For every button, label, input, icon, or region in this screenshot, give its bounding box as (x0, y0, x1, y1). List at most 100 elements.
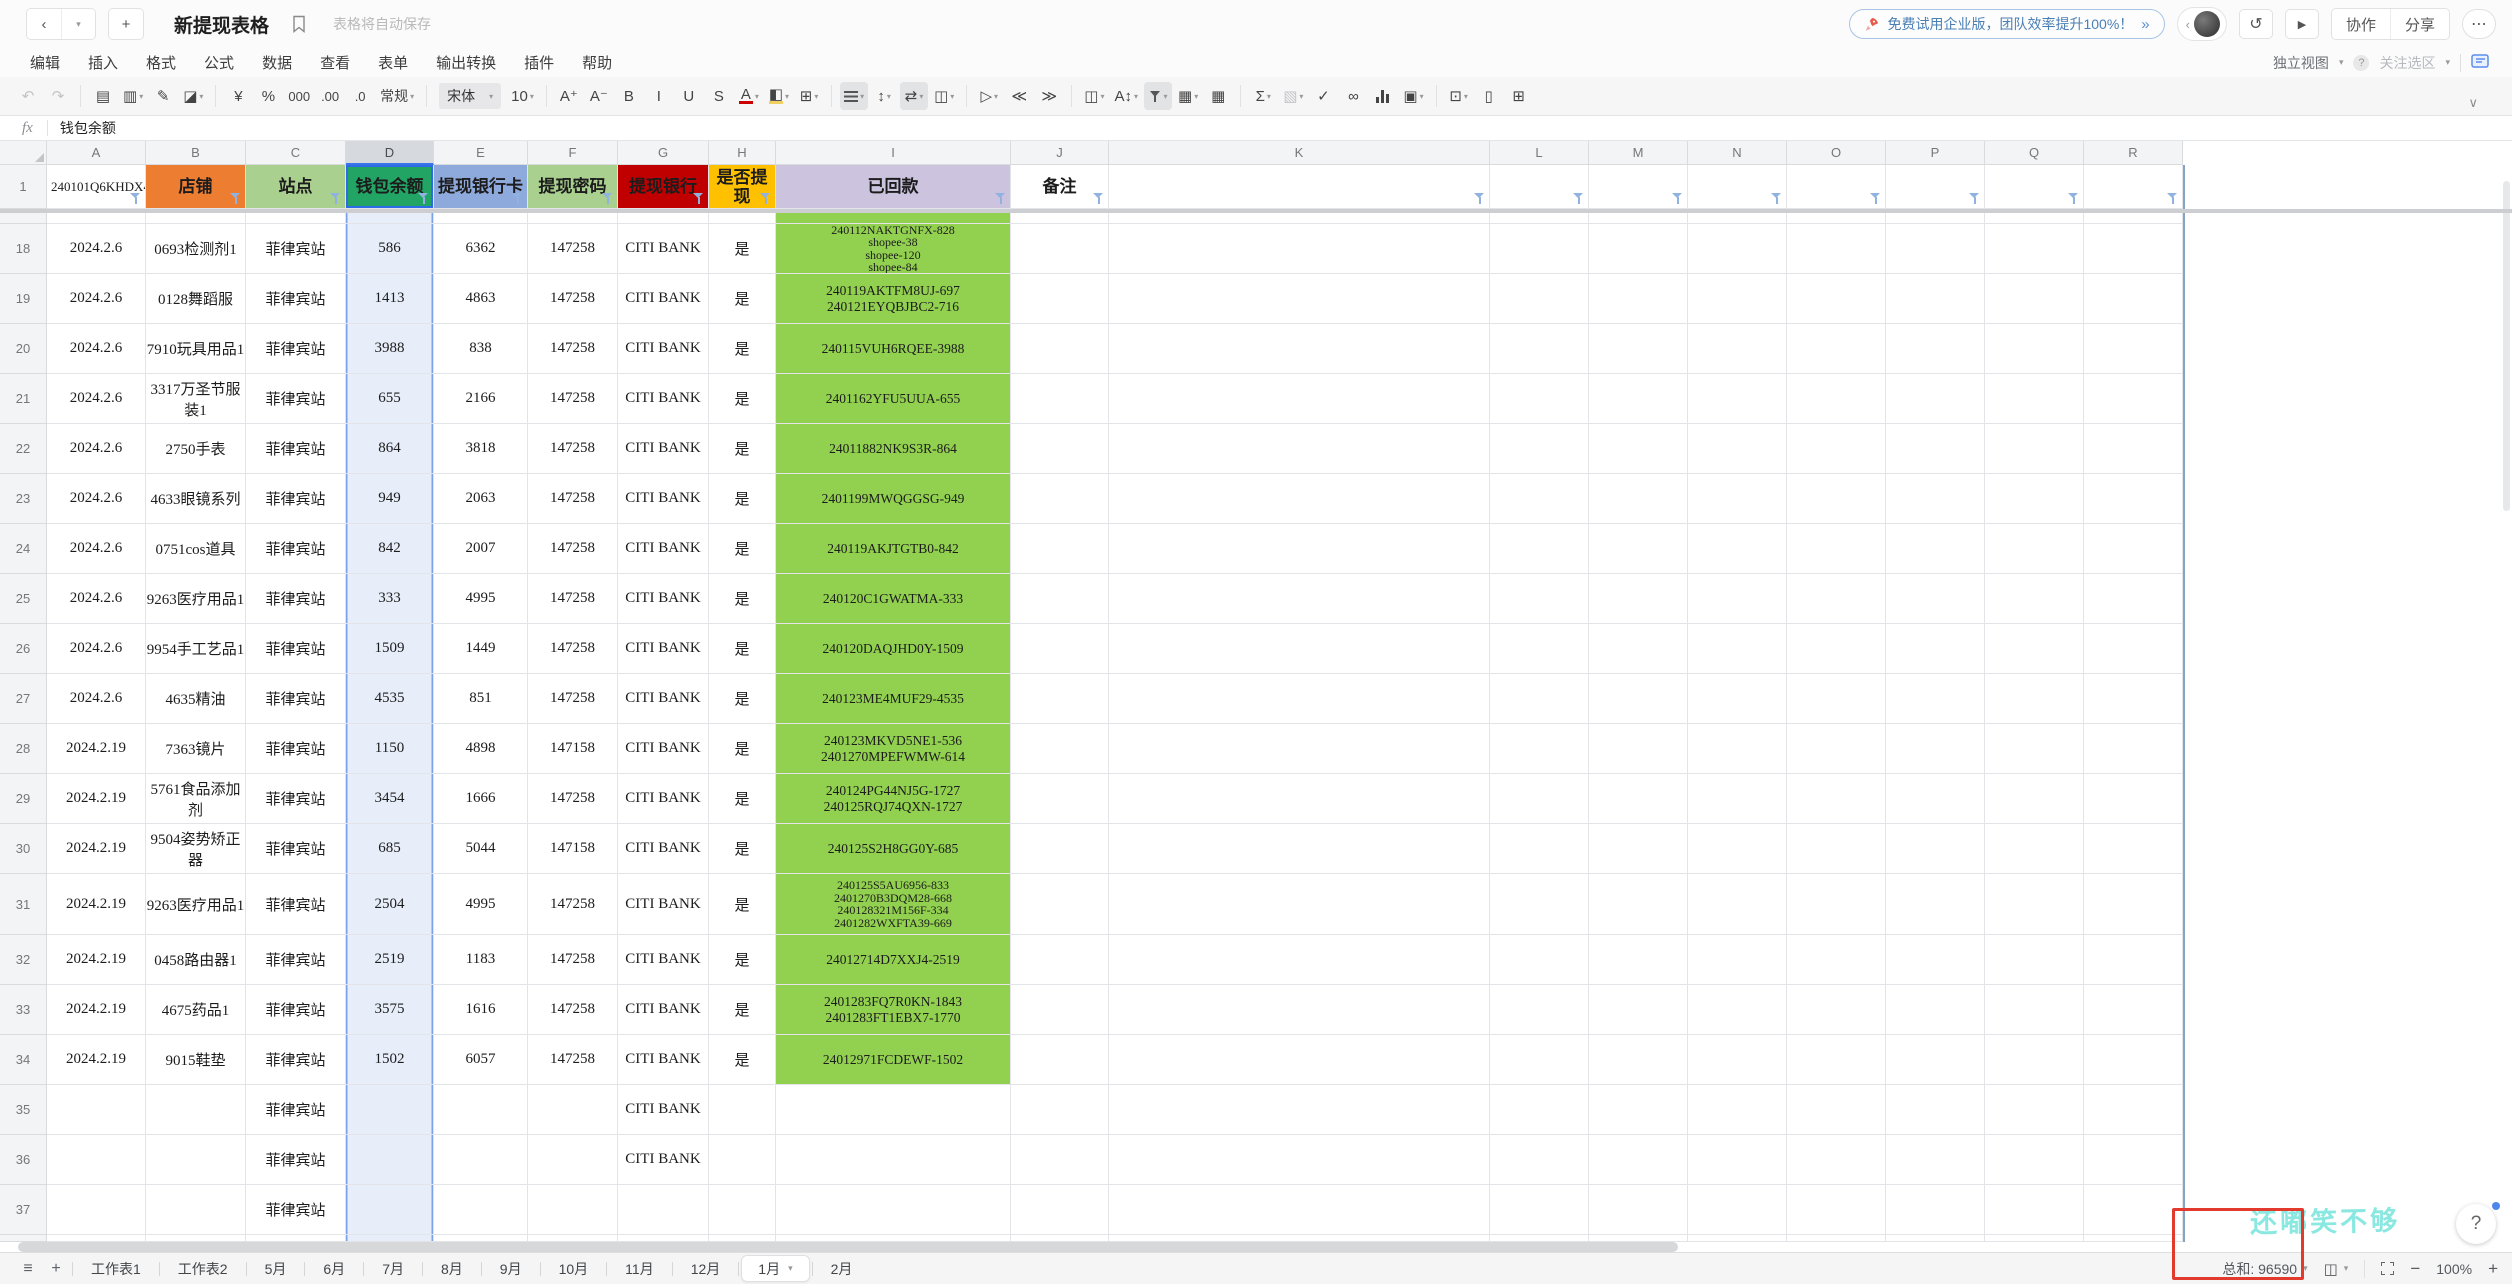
cell-M30[interactable] (1589, 824, 1688, 874)
link-icon[interactable]: ∞ (1339, 82, 1367, 110)
cell-M32[interactable] (1589, 935, 1688, 985)
present-button[interactable]: ▶ (2285, 9, 2319, 39)
cell-B26[interactable]: 9954手工艺品1 (146, 624, 246, 674)
collaborator-group[interactable]: ‹ (2177, 7, 2227, 41)
cell-L26[interactable] (1490, 624, 1589, 674)
cell-R27[interactable] (2084, 674, 2183, 724)
cell-Q35[interactable] (1985, 1085, 2084, 1135)
cell-E37[interactable] (434, 1185, 528, 1235)
print-icon[interactable]: ▤ (89, 82, 117, 110)
menu-10[interactable]: 帮助 (582, 52, 612, 73)
cell-K28[interactable] (1109, 724, 1490, 774)
image-icon[interactable]: ▣▾ (1399, 82, 1427, 110)
cell-M33[interactable] (1589, 985, 1688, 1035)
cell-N37[interactable] (1688, 1185, 1787, 1235)
cell-P25[interactable] (1886, 574, 1985, 624)
cell-A31[interactable]: 2024.2.19 (47, 874, 146, 935)
cell-H18[interactable]: 是 (709, 224, 776, 274)
decrease-decimal-icon[interactable]: .0 (346, 82, 374, 110)
share-button[interactable]: 分享 (2390, 9, 2449, 39)
cell-J36[interactable] (1011, 1135, 1109, 1185)
cell-N22[interactable] (1688, 424, 1787, 474)
cell-Q34[interactable] (1985, 1035, 2084, 1085)
cell-B31[interactable]: 9263医疗用品1 (146, 874, 246, 935)
cell-D34[interactable]: 1502 (346, 1035, 434, 1085)
cell-M27[interactable] (1589, 674, 1688, 724)
sheet-tab-6月[interactable]: 6月 (307, 1253, 361, 1284)
thousands-icon[interactable]: 000 (284, 82, 314, 110)
cell-M19[interactable] (1589, 274, 1688, 324)
cell-A30[interactable]: 2024.2.19 (47, 824, 146, 874)
clear-table-icon[interactable]: ▦ (1204, 82, 1232, 110)
cell-J19[interactable] (1011, 274, 1109, 324)
cell-H34[interactable]: 是 (709, 1035, 776, 1085)
cell-D28[interactable]: 1150 (346, 724, 434, 774)
sheet-tab-2月[interactable]: 2月 (815, 1253, 869, 1284)
cell-K22[interactable] (1109, 424, 1490, 474)
cell-P20[interactable] (1886, 324, 1985, 374)
cell-C22[interactable]: 菲律宾站 (246, 424, 346, 474)
cell-O32[interactable] (1787, 935, 1886, 985)
cell-D19[interactable]: 1413 (346, 274, 434, 324)
cell-N27[interactable] (1688, 674, 1787, 724)
header-cell-K1[interactable] (1109, 165, 1490, 209)
cell-C23[interactable]: 菲律宾站 (246, 474, 346, 524)
sort-icon[interactable]: A↕▾ (1110, 82, 1142, 110)
header-cell-D1[interactable]: 钱包余额 (346, 165, 434, 209)
cell-K31[interactable] (1109, 874, 1490, 935)
cell-H20[interactable]: 是 (709, 324, 776, 374)
cell-Q31[interactable] (1985, 874, 2084, 935)
filter-funnel-icon[interactable] (693, 192, 705, 205)
cell-D27[interactable]: 4535 (346, 674, 434, 724)
cell-D32[interactable]: 2519 (346, 935, 434, 985)
column-header-F[interactable]: F (528, 141, 618, 165)
horizontal-scrollbar[interactable] (18, 1242, 1678, 1252)
cell-O25[interactable] (1787, 574, 1886, 624)
row-header-27[interactable]: 27 (0, 674, 47, 724)
cell-D24[interactable]: 842 (346, 524, 434, 574)
cell-F25[interactable]: 147258 (528, 574, 618, 624)
cell-J25[interactable] (1011, 574, 1109, 624)
column-header-A[interactable]: A (47, 141, 146, 165)
cell-P37[interactable] (1886, 1185, 1985, 1235)
help-fab-button[interactable]: ? (2456, 1204, 2496, 1244)
sheet-tab-10月[interactable]: 10月 (543, 1253, 605, 1284)
cell-I35[interactable] (776, 1085, 1011, 1135)
comment-panel-icon[interactable] (2471, 54, 2490, 71)
row-header-22[interactable]: 22 (0, 424, 47, 474)
cell-O24[interactable] (1787, 524, 1886, 574)
indent-icon[interactable]: ≫ (1035, 82, 1063, 110)
cell-O35[interactable] (1787, 1085, 1886, 1135)
vertical-scrollbar[interactable] (2503, 181, 2510, 511)
cell-M23[interactable] (1589, 474, 1688, 524)
filter-funnel-icon[interactable] (1672, 192, 1684, 205)
italic-icon[interactable]: I (645, 82, 673, 110)
cell-L31[interactable] (1490, 874, 1589, 935)
redo-icon[interactable]: ↷ (44, 82, 72, 110)
sheet-tab-11月[interactable]: 11月 (609, 1253, 670, 1284)
cell-P31[interactable] (1886, 874, 1985, 935)
cell-D35[interactable] (346, 1085, 434, 1135)
cell-A22[interactable]: 2024.2.6 (47, 424, 146, 474)
cell-L25[interactable] (1490, 574, 1589, 624)
cell-L28[interactable] (1490, 724, 1589, 774)
cell-I20[interactable]: 240115VUH6RQEE-3988 (776, 324, 1011, 374)
cell-O21[interactable] (1787, 374, 1886, 424)
column-header-L[interactable]: L (1490, 141, 1589, 165)
vertical-align-icon[interactable]: ↕▾ (870, 82, 898, 110)
row-header-28[interactable]: 28 (0, 724, 47, 774)
cell-Q32[interactable] (1985, 935, 2084, 985)
cell-R31[interactable] (2084, 874, 2183, 935)
cell-P33[interactable] (1886, 985, 1985, 1035)
cell-P22[interactable] (1886, 424, 1985, 474)
cell-Q37[interactable] (1985, 1185, 2084, 1235)
menu-8[interactable]: 输出转换 (436, 52, 496, 73)
cell-L18[interactable] (1490, 224, 1589, 274)
cell-E30[interactable]: 5044 (434, 824, 528, 874)
cell-K32[interactable] (1109, 935, 1490, 985)
column-header-E[interactable]: E (434, 141, 528, 165)
cell-G33[interactable]: CITI BANK (618, 985, 709, 1035)
cell-E25[interactable]: 4995 (434, 574, 528, 624)
cell-R36[interactable] (2084, 1135, 2183, 1185)
format-painter-icon[interactable]: ▥▾ (119, 82, 147, 110)
